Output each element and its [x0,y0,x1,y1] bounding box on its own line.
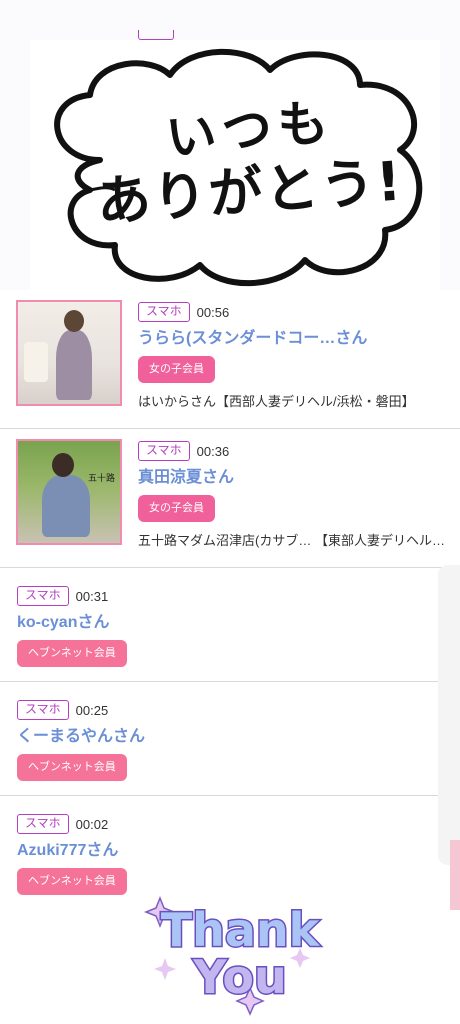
thanks-bubble-sticker: いつも ありがとう! [0,0,460,300]
device-tag: スマホ [17,700,69,720]
member-badge: ヘブンネット会員 [17,754,127,781]
list-item[interactable]: スマホ 00:31 ko-cyanさん ヘブンネット会員 [0,568,460,682]
shop-name[interactable]: はいからさん【西部人妻デリヘル/浜松・磐田】 [138,391,448,410]
item-meta: スマホ 00:36 真田涼夏さん 女の子会員 五十路マダム沼津店(カサブ… 【東… [138,441,448,549]
visitor-list: スマホ 00:56 うらら(スタンダードコー…さん 女の子会員 はいからさん【西… [0,290,460,910]
member-badge: 女の子会員 [138,495,215,522]
item-meta: スマホ 00:56 うらら(スタンダードコー…さん 女の子会員 はいからさん【西… [138,302,448,410]
member-badge: ヘブンネット会員 [17,868,127,895]
thank-text: Thank [161,903,321,957]
clipped-tag [138,30,174,40]
visit-time: 00:36 [196,443,230,459]
visitor-name[interactable]: うらら(スタンダードコー…さん [138,329,448,349]
list-item[interactable]: 五十路 スマホ 00:36 真田涼夏さん 女の子会員 五十路マダム沼津店(カサブ… [0,429,460,568]
member-badge: 女の子会員 [138,356,215,383]
visitor-name[interactable]: くーまるやんさん [17,727,145,747]
device-tag: スマホ [17,586,69,606]
shop-name[interactable]: 五十路マダム沼津店(カサブ… 【東部人妻デリヘル/… [138,530,448,549]
visit-time: 00:25 [75,702,109,718]
decorative-side-shape [438,565,460,865]
device-tag: スマホ [138,441,190,461]
you-text: You [192,950,286,1004]
list-item[interactable]: スマホ 00:25 くーまるやんさん ヘブンネット会員 [0,682,460,796]
bubble-message: いつも ありがとう! [90,92,410,233]
device-tag: スマホ [17,814,69,834]
visitor-name[interactable]: Azuki777さん [17,841,127,861]
item-meta: スマホ 00:25 くーまるやんさん ヘブンネット会員 [17,700,145,781]
item-meta: スマホ 00:02 Azuki777さん ヘブンネット会員 [17,814,127,895]
profile-photo[interactable]: 五十路 [16,439,122,545]
device-tag: スマホ [138,302,190,322]
visit-time: 00:56 [196,304,230,320]
list-item[interactable]: スマホ 00:56 うらら(スタンダードコー…さん 女の子会員 はいからさん【西… [0,290,460,429]
member-badge: ヘブンネット会員 [17,640,127,667]
visit-time: 00:02 [75,816,109,832]
profile-photo[interactable] [16,300,122,406]
visitor-name[interactable]: 真田涼夏さん [138,468,448,488]
item-meta: スマホ 00:31 ko-cyanさん ヘブンネット会員 [17,586,127,667]
decorative-side-accent [450,840,460,910]
visit-time: 00:31 [75,588,109,604]
thank-you-sticker: Thank You [143,895,322,1016]
visitor-name[interactable]: ko-cyanさん [17,613,127,633]
